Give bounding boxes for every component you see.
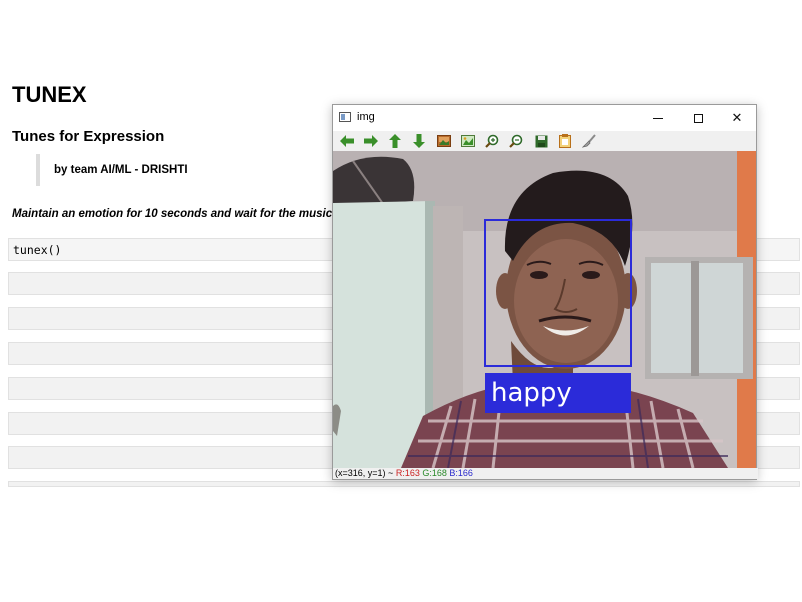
screen: TUNEX Tunes for Expression by team AI/ML… (0, 0, 802, 602)
byline-text: by team AI/ML - DRISHTI (54, 164, 188, 176)
page-subtitle: Tunes for Expression (12, 128, 165, 145)
image-icon[interactable] (436, 133, 452, 149)
maximize-button[interactable] (679, 105, 717, 131)
instruction-text: Maintain an emotion for 10 seconds and w… (12, 208, 333, 220)
empty-cell[interactable] (8, 481, 800, 487)
copy-icon[interactable] (557, 133, 573, 149)
webcam-frame (333, 151, 756, 468)
window-toolbar (333, 131, 756, 151)
arrow-left-icon[interactable] (339, 133, 355, 149)
save-icon[interactable] (533, 133, 549, 149)
window-title: img (357, 111, 375, 123)
status-blue: B:166 (449, 468, 473, 478)
status-coords: (x=316, y=1) ~ (335, 468, 394, 478)
window-titlebar[interactable]: img ✕ (333, 105, 756, 131)
status-red: R:163 (395, 468, 420, 478)
emotion-label: happy (491, 378, 572, 408)
picture-icon[interactable] (460, 133, 476, 149)
status-green: G:168 (422, 468, 447, 478)
minimize-icon (653, 118, 663, 120)
brush-icon[interactable] (581, 133, 597, 149)
opencv-window[interactable]: img ✕ happy (x=316, y=1) ~ R:163 G:168 B… (332, 104, 758, 480)
page-title: TUNEX (12, 82, 87, 107)
pixel-status-bar: (x=316, y=1) ~ R:163 G:168 B:166 (333, 468, 758, 479)
close-icon: ✕ (731, 110, 743, 125)
app-icon (339, 112, 351, 122)
webcam-image[interactable]: happy (333, 151, 756, 468)
minimize-button[interactable] (639, 105, 677, 131)
arrow-down-icon[interactable] (411, 133, 427, 149)
close-button[interactable]: ✕ (718, 105, 756, 131)
maximize-icon (693, 114, 703, 124)
zoom-in-icon[interactable] (484, 133, 500, 149)
arrow-up-icon[interactable] (387, 133, 403, 149)
byline-blockquote: by team AI/ML - DRISHTI (36, 154, 188, 186)
arrow-right-icon[interactable] (363, 133, 379, 149)
zoom-out-icon[interactable] (508, 133, 524, 149)
